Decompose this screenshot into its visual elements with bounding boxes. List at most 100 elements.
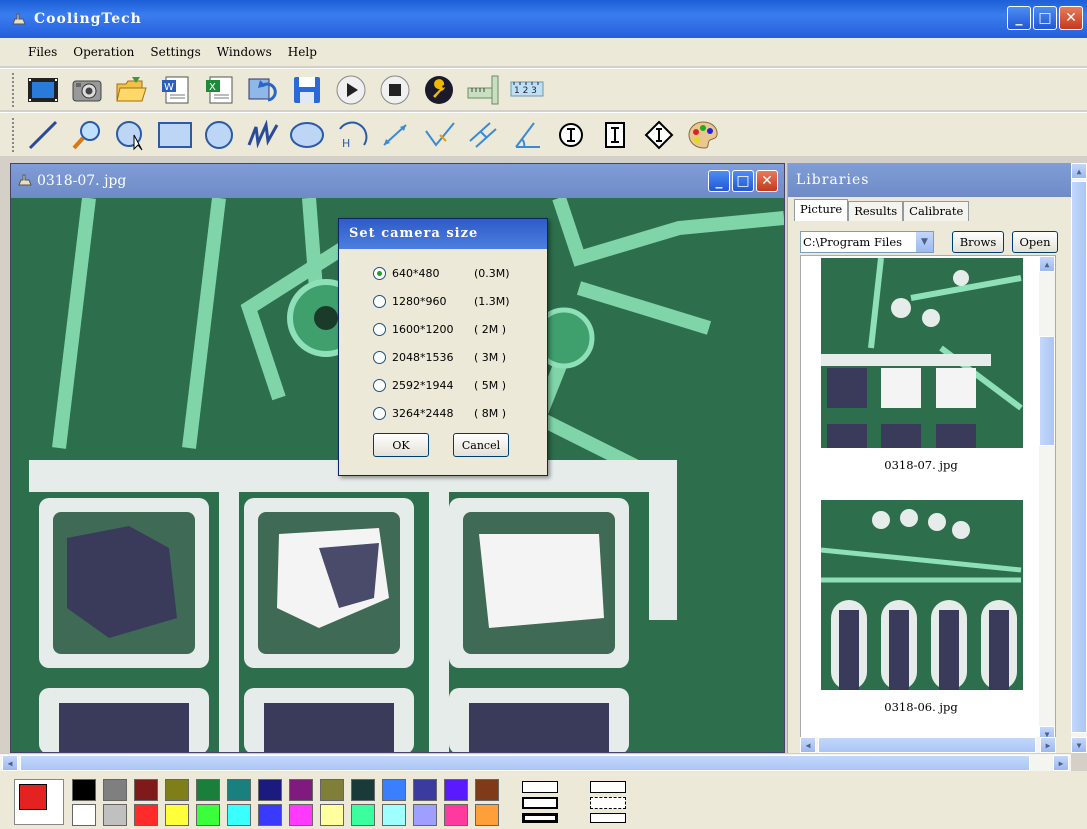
text-circle-button[interactable] <box>552 117 590 153</box>
line-style-medium[interactable] <box>522 797 558 809</box>
toolbar-grip[interactable] <box>12 72 16 107</box>
arc-tool-button[interactable]: H <box>332 117 370 153</box>
close-button[interactable]: ✕ <box>1059 6 1083 30</box>
scroll-thumb[interactable] <box>1039 336 1055 446</box>
line-style-thick[interactable] <box>522 813 558 823</box>
scroll-thumb[interactable] <box>20 755 1030 771</box>
distance-tool-button[interactable] <box>376 117 414 153</box>
minimize-button[interactable]: _ <box>1007 6 1031 30</box>
settings-wrench-button[interactable] <box>420 72 458 108</box>
image-minimize-button[interactable]: _ <box>708 170 730 192</box>
scroll-down-icon[interactable]: ▼ <box>1071 737 1087 753</box>
foreground-color[interactable] <box>19 784 47 810</box>
parallel-tool-button[interactable] <box>464 117 502 153</box>
line-style-solid[interactable] <box>590 781 626 793</box>
excel-export-button[interactable]: X <box>200 72 238 108</box>
color-swatch[interactable] <box>72 804 96 826</box>
scroll-right-icon[interactable]: ▶ <box>1040 737 1056 753</box>
refresh-button[interactable] <box>244 72 282 108</box>
browse-button[interactable]: Brows <box>952 231 1004 253</box>
tab-picture[interactable]: Picture <box>794 199 849 221</box>
main-vertical-scrollbar[interactable]: ▲ ▼ <box>1071 163 1087 753</box>
color-swatch[interactable] <box>196 804 220 826</box>
color-swatch[interactable] <box>289 804 313 826</box>
maximize-button[interactable]: □ <box>1033 6 1057 30</box>
menu-operation[interactable]: Operation <box>65 45 142 59</box>
scroll-up-icon[interactable]: ▲ <box>1039 256 1055 272</box>
radio-button[interactable] <box>373 378 386 392</box>
color-swatch[interactable] <box>382 804 406 826</box>
ok-button[interactable]: OK <box>373 433 429 457</box>
stop-button[interactable] <box>376 72 414 108</box>
color-swatch[interactable] <box>475 779 499 801</box>
color-swatch[interactable] <box>444 779 468 801</box>
scroll-left-icon[interactable]: ◀ <box>800 737 816 753</box>
thumbnail-image[interactable] <box>821 500 1023 690</box>
color-swatch[interactable] <box>475 804 499 826</box>
main-horizontal-scrollbar[interactable]: ◀ ▶ <box>0 753 1071 771</box>
menu-windows[interactable]: Windows <box>209 45 280 59</box>
color-swatch[interactable] <box>134 779 158 801</box>
color-swatch[interactable] <box>289 779 313 801</box>
library-horizontal-scrollbar[interactable]: ◀ ▶ <box>800 737 1056 753</box>
diamond-text-button[interactable] <box>640 117 678 153</box>
line-tool-button[interactable] <box>24 117 62 153</box>
save-button[interactable] <box>288 72 326 108</box>
radio-button[interactable] <box>373 294 386 308</box>
radio-button[interactable] <box>373 322 386 336</box>
scroll-right-icon[interactable]: ▶ <box>1053 755 1069 771</box>
word-export-button[interactable]: W <box>156 72 194 108</box>
option-1280x960[interactable]: 1280*960 (1.3M) <box>373 291 510 311</box>
ellipse-tool-button[interactable] <box>288 117 326 153</box>
tab-calibrate[interactable]: Calibrate <box>903 201 970 221</box>
color-palette-button[interactable] <box>684 117 722 153</box>
cancel-button[interactable]: Cancel <box>453 433 509 457</box>
menu-files[interactable]: Files <box>20 45 65 59</box>
color-swatch[interactable] <box>134 804 158 826</box>
color-swatch[interactable] <box>320 804 344 826</box>
option-640x480[interactable]: 640*480 (0.3M) <box>373 263 510 283</box>
menu-help[interactable]: Help <box>280 45 325 59</box>
camera-button[interactable] <box>68 72 106 108</box>
angle-tool-button[interactable] <box>420 117 458 153</box>
color-swatch[interactable] <box>444 804 468 826</box>
color-swatch[interactable] <box>196 779 220 801</box>
scroll-thumb[interactable] <box>818 737 1036 753</box>
open-folder-button[interactable] <box>112 72 150 108</box>
menu-settings[interactable]: Settings <box>142 45 208 59</box>
scroll-thumb[interactable] <box>1071 181 1087 733</box>
scale-ruler-button[interactable]: 1 2 3 <box>508 72 546 108</box>
line-style-box[interactable] <box>590 813 626 823</box>
toolbar-grip[interactable] <box>12 117 16 152</box>
tab-results[interactable]: Results <box>848 201 904 221</box>
current-color-indicator[interactable] <box>14 779 64 825</box>
open-button[interactable]: Open <box>1012 231 1058 253</box>
color-swatch[interactable] <box>413 804 437 826</box>
option-3264x2448[interactable]: 3264*2448 ( 8M ) <box>373 403 506 423</box>
scroll-left-icon[interactable]: ◀ <box>2 755 18 771</box>
radio-button[interactable] <box>373 406 386 420</box>
freehand-tool-button[interactable] <box>244 117 282 153</box>
option-2048x1536[interactable]: 2048*1536 ( 3M ) <box>373 347 506 367</box>
ellipse-select-button[interactable] <box>112 117 150 153</box>
circle-tool-button[interactable] <box>200 117 238 153</box>
magnifier-button[interactable] <box>68 117 106 153</box>
thumbnail-scrollbar[interactable]: ▲ ▼ <box>1039 256 1055 740</box>
color-swatch[interactable] <box>103 804 127 826</box>
path-dropdown[interactable]: C:\Program Files ▼ <box>800 231 934 253</box>
color-swatch[interactable] <box>382 779 406 801</box>
rectangle-tool-button[interactable] <box>156 117 194 153</box>
color-swatch[interactable] <box>165 804 189 826</box>
thumbnail-image[interactable] <box>821 258 1023 448</box>
ruler-button[interactable] <box>464 72 502 108</box>
color-swatch[interactable] <box>227 804 251 826</box>
color-swatch[interactable] <box>258 804 282 826</box>
color-swatch[interactable] <box>351 779 375 801</box>
line-style-dashed[interactable] <box>590 797 626 809</box>
color-swatch[interactable] <box>320 779 344 801</box>
image-maximize-button[interactable]: □ <box>732 170 754 192</box>
option-1600x1200[interactable]: 1600*1200 ( 2M ) <box>373 319 506 339</box>
text-box-button[interactable] <box>596 117 634 153</box>
chevron-down-icon[interactable]: ▼ <box>916 232 933 252</box>
image-close-button[interactable]: ✕ <box>756 170 778 192</box>
